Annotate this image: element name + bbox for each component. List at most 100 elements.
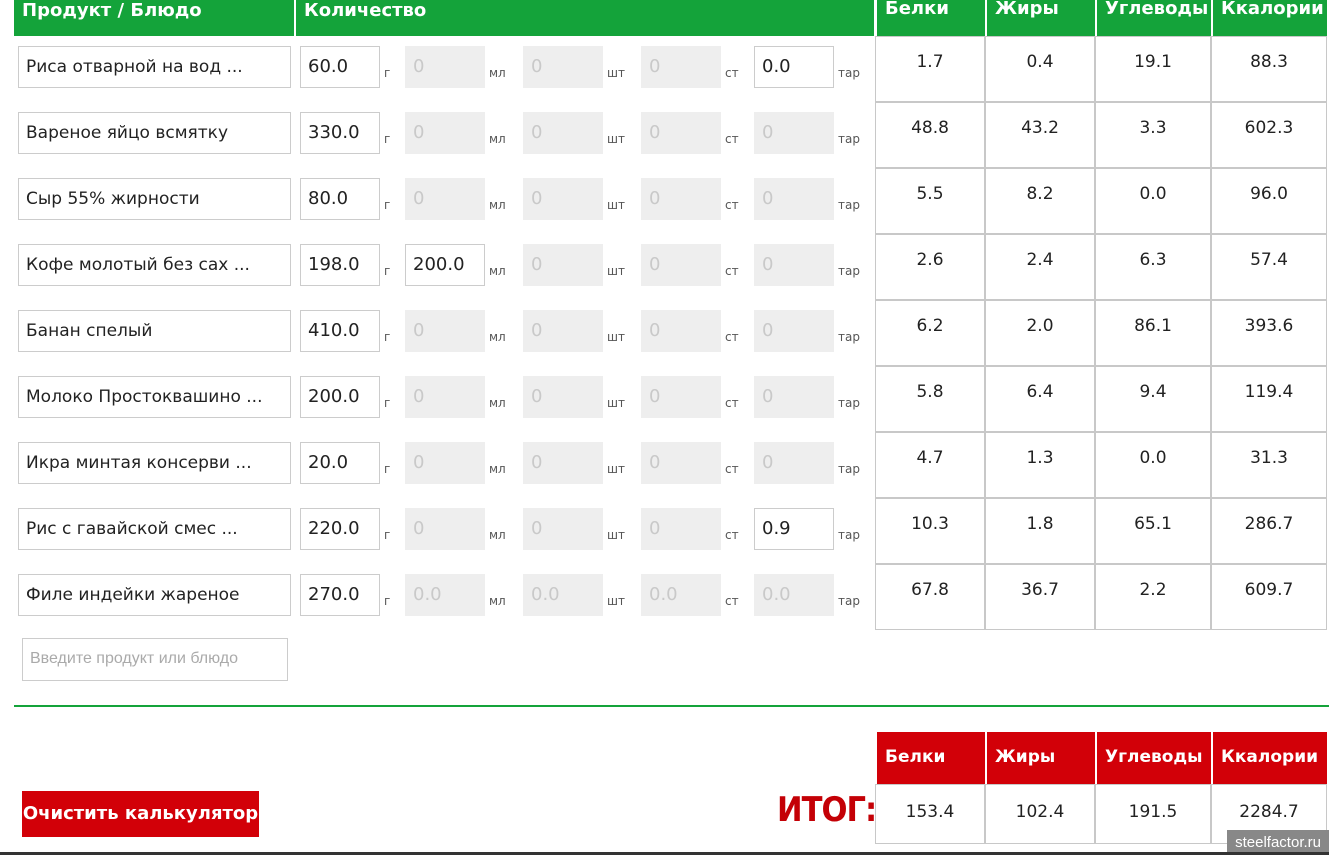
- product-name-field[interactable]: Рис с гавайской смес ...: [18, 508, 291, 550]
- qty-pcs-input[interactable]: 0: [523, 442, 603, 484]
- table-row: Филе индейки жареное 270.0 г 0.0 мл 0.0 шт 0.0 с…: [0, 564, 875, 630]
- qty-pcs-input[interactable]: 0: [523, 46, 603, 88]
- kcal-value: 119.4: [1211, 366, 1327, 432]
- protein-value: 67.8: [875, 564, 985, 630]
- unit-label-ml: мл: [489, 264, 506, 278]
- product-name-field[interactable]: Риса отварной на вод ...: [18, 46, 291, 88]
- qty-st-input[interactable]: 0: [641, 244, 721, 286]
- table-row: Молоко Простоквашино ... 200.0 г 0 мл 0 шт 0 ст 0…: [0, 366, 875, 432]
- qty-ml-input[interactable]: 0: [405, 442, 485, 484]
- product-name-field[interactable]: Икра минтая консерви ...: [18, 442, 291, 484]
- qty-g-input[interactable]: 200.0: [300, 376, 380, 418]
- qty-pcs-input[interactable]: 0: [523, 112, 603, 154]
- product-name-field[interactable]: Банан спелый: [18, 310, 291, 352]
- total-carbs-value: 191.5: [1095, 784, 1211, 844]
- qty-st-input[interactable]: 0: [641, 310, 721, 352]
- qty-tar-input[interactable]: 0: [754, 178, 834, 220]
- qty-ml-input[interactable]: 0.0: [405, 574, 485, 616]
- unit-label-pcs: шт: [607, 594, 625, 608]
- unit-label-ml: мл: [489, 66, 506, 80]
- qty-g-input[interactable]: 80.0: [300, 178, 380, 220]
- kcal-value: 88.3: [1211, 36, 1327, 102]
- qty-st-input[interactable]: 0: [641, 46, 721, 88]
- new-product-input[interactable]: Введите продукт или блюдо: [22, 638, 288, 681]
- qty-tar-input[interactable]: 0: [754, 112, 834, 154]
- fat-value: 36.7: [985, 564, 1095, 630]
- fat-value: 43.2: [985, 102, 1095, 168]
- product-name-field[interactable]: Вареное яйцо всмятку: [18, 112, 291, 154]
- protein-value: 4.7: [875, 432, 985, 498]
- fat-value: 2.0: [985, 300, 1095, 366]
- qty-pcs-input[interactable]: 0.0: [523, 574, 603, 616]
- unit-label-tar: тар: [838, 330, 860, 344]
- unit-label-pcs: шт: [607, 462, 625, 476]
- carbs-value: 0.0: [1095, 168, 1211, 234]
- clear-calculator-button[interactable]: Очистить калькулятор: [22, 791, 259, 837]
- qty-g-input[interactable]: 270.0: [300, 574, 380, 616]
- carbs-value: 9.4: [1095, 366, 1211, 432]
- qty-tar-input[interactable]: 0: [754, 244, 834, 286]
- qty-st-input[interactable]: 0: [641, 178, 721, 220]
- unit-label-g: г: [384, 330, 391, 344]
- product-column-header: Продукт / Блюдо: [14, 0, 294, 36]
- protein-value: 5.5: [875, 168, 985, 234]
- qty-g-input[interactable]: 198.0: [300, 244, 380, 286]
- qty-st-input[interactable]: 0.0: [641, 574, 721, 616]
- protein-value: 6.2: [875, 300, 985, 366]
- qty-pcs-input[interactable]: 0: [523, 310, 603, 352]
- qty-ml-input[interactable]: 0: [405, 310, 485, 352]
- unit-label-pcs: шт: [607, 330, 625, 344]
- qty-tar-input[interactable]: 0.0: [754, 46, 834, 88]
- qty-pcs-input[interactable]: 0: [523, 376, 603, 418]
- fat-value: 0.4: [985, 36, 1095, 102]
- qty-st-input[interactable]: 0: [641, 112, 721, 154]
- qty-tar-input[interactable]: 0: [754, 442, 834, 484]
- qty-ml-input[interactable]: 0: [405, 112, 485, 154]
- unit-label-st: ст: [725, 66, 739, 80]
- table-row: Кофе молотый без сах ... 198.0 г 200.0 мл 0 шт…: [0, 234, 875, 300]
- unit-label-tar: тар: [838, 528, 860, 542]
- total-kcal-header: Ккалории: [1211, 732, 1327, 784]
- kcal-value: 31.3: [1211, 432, 1327, 498]
- qty-ml-input[interactable]: 0: [405, 178, 485, 220]
- kcal-value: 286.7: [1211, 498, 1327, 564]
- table-row: Риса отварной на вод ... 60.0 г 0 мл 0 шт 0 ст 0.…: [0, 36, 875, 102]
- qty-tar-input[interactable]: 0.0: [754, 574, 834, 616]
- qty-g-input[interactable]: 60.0: [300, 46, 380, 88]
- unit-label-tar: тар: [838, 198, 860, 212]
- qty-g-input[interactable]: 220.0: [300, 508, 380, 550]
- qty-g-input[interactable]: 330.0: [300, 112, 380, 154]
- qty-tar-input[interactable]: 0: [754, 376, 834, 418]
- qty-st-input[interactable]: 0: [641, 508, 721, 550]
- qty-st-input[interactable]: 0: [641, 442, 721, 484]
- product-name-field[interactable]: Молоко Простоквашино ...: [18, 376, 291, 418]
- product-name-field[interactable]: Филе индейки жареное: [18, 574, 291, 616]
- qty-pcs-input[interactable]: 0: [523, 178, 603, 220]
- qty-pcs-input[interactable]: 0: [523, 508, 603, 550]
- qty-ml-input[interactable]: 0: [405, 508, 485, 550]
- unit-label-ml: мл: [489, 198, 506, 212]
- fat-value: 8.2: [985, 168, 1095, 234]
- protein-value: 5.8: [875, 366, 985, 432]
- qty-pcs-input[interactable]: 0: [523, 244, 603, 286]
- qty-tar-input[interactable]: 0.9: [754, 508, 834, 550]
- carbs-value: 2.2: [1095, 564, 1211, 630]
- unit-label-tar: тар: [838, 594, 860, 608]
- unit-label-tar: тар: [838, 396, 860, 410]
- table-row: Вареное яйцо всмятку 330.0 г 0 мл 0 шт 0 ст 0 тар: [0, 102, 875, 168]
- product-name-field[interactable]: Кофе молотый без сах ...: [18, 244, 291, 286]
- qty-st-input[interactable]: 0: [641, 376, 721, 418]
- unit-label-ml: мл: [489, 528, 506, 542]
- unit-label-st: ст: [725, 462, 739, 476]
- qty-ml-input[interactable]: 0: [405, 376, 485, 418]
- qty-g-input[interactable]: 20.0: [300, 442, 380, 484]
- qty-g-input[interactable]: 410.0: [300, 310, 380, 352]
- carbs-value: 65.1: [1095, 498, 1211, 564]
- quantity-column-header: Количество: [294, 0, 874, 36]
- unit-label-st: ст: [725, 396, 739, 410]
- qty-ml-input[interactable]: 200.0: [405, 244, 485, 286]
- qty-ml-input[interactable]: 0: [405, 46, 485, 88]
- qty-tar-input[interactable]: 0: [754, 310, 834, 352]
- unit-label-g: г: [384, 198, 391, 212]
- product-name-field[interactable]: Сыр 55% жирности: [18, 178, 291, 220]
